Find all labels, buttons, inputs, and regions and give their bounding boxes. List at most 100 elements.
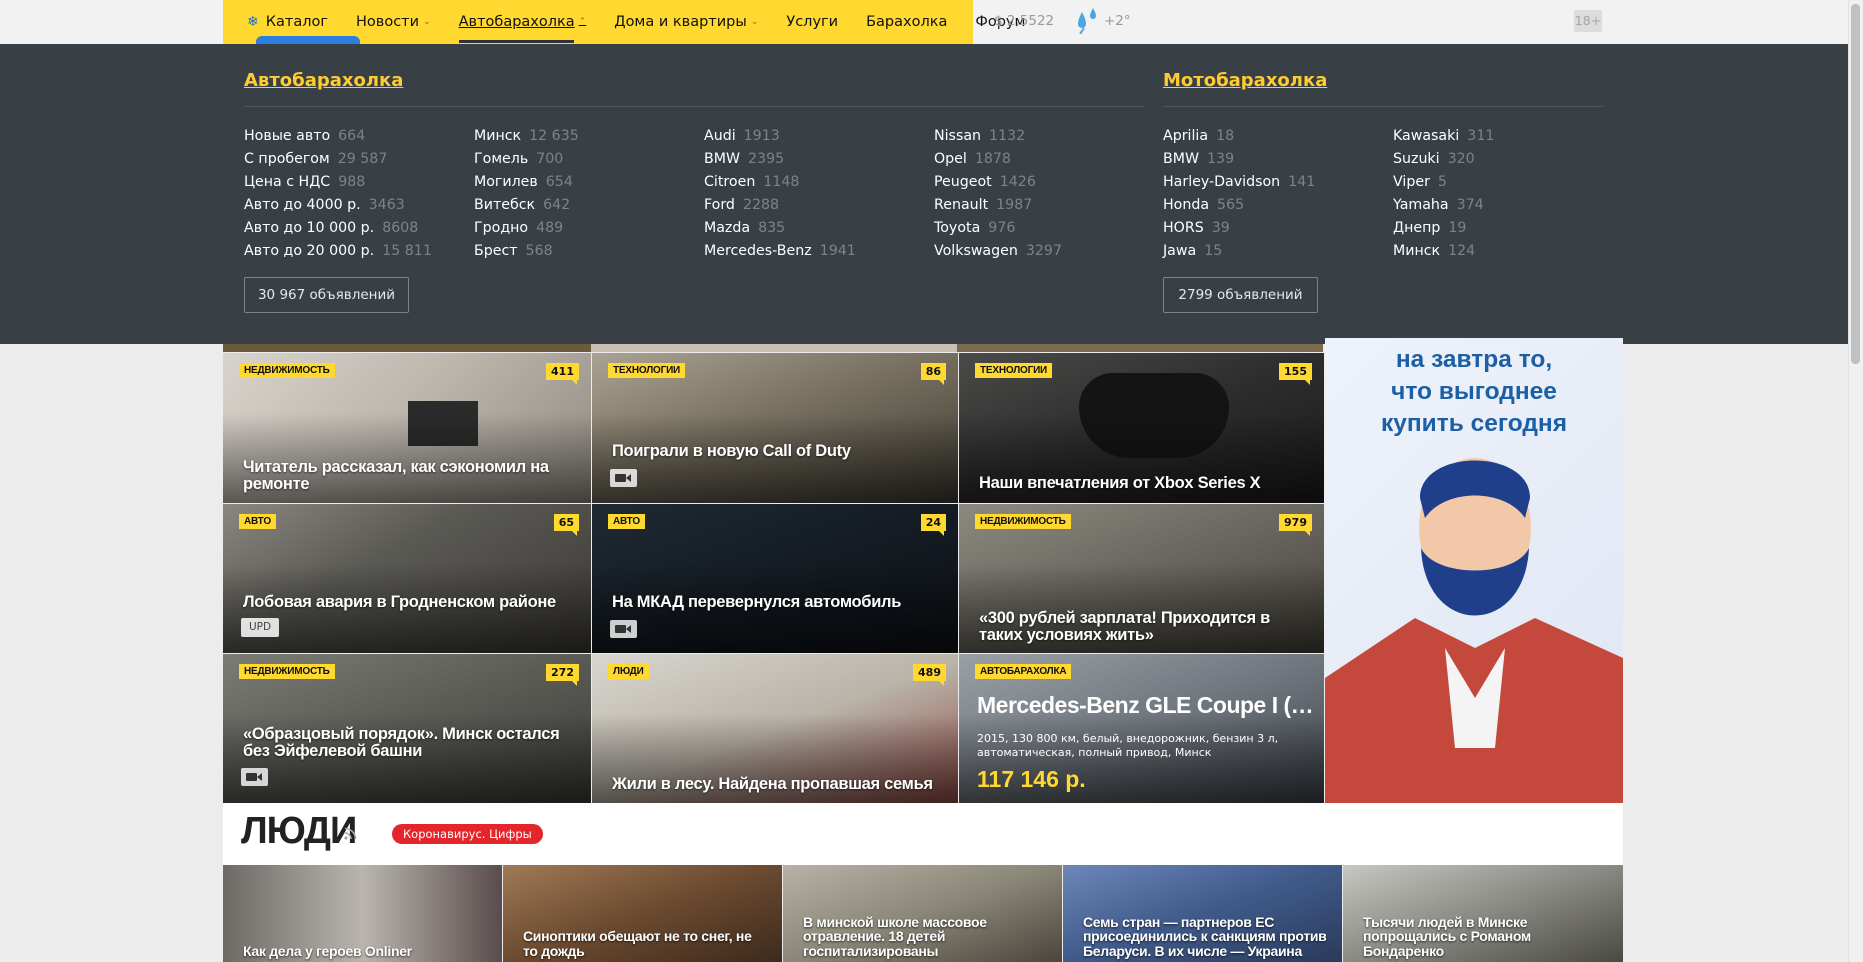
rubric-badge[interactable]: НЕДВИЖИМОСТЬ	[239, 664, 335, 679]
rubric-badge[interactable]: НЕДВИЖИМОСТЬ	[975, 514, 1071, 529]
nav-news[interactable]: Новости ⌄	[356, 14, 431, 30]
menu-link[interactable]: Минск 124	[1393, 240, 1494, 263]
moto-all-ads-button[interactable]: 2799 объявлений	[1163, 277, 1318, 313]
menu-link[interactable]: HORS 39	[1163, 217, 1315, 240]
menu-link[interactable]: Renault 1987	[934, 194, 1062, 217]
menu-link[interactable]: Витебск 642	[474, 194, 579, 217]
moto-section-title[interactable]: Мотобарахолка	[1163, 70, 1327, 91]
rubric-badge[interactable]: НЕДВИЖИМОСТЬ	[239, 363, 335, 378]
menu-link[interactable]: BMW 2395	[704, 148, 856, 171]
news-tile[interactable]: АВТО 65 Лобовая авария в Гродненском рай…	[223, 504, 591, 653]
tile-title[interactable]: «300 рублей зарплата! Приходится в таких…	[979, 610, 1304, 644]
tile-title[interactable]: Наши впечатления от Xbox Series X	[979, 475, 1304, 492]
scrollbar[interactable]	[1848, 0, 1863, 962]
menu-link[interactable]: Mercedes-Benz 1941	[704, 240, 856, 263]
tile-title[interactable]: В минской школе массовое отравление. 18 …	[803, 914, 1048, 959]
tile-title[interactable]: Синоптики обещают не то снег, не то дожд…	[523, 929, 768, 958]
news-tile[interactable]: НЕДВИЖИМОСТЬ 411 Читатель рассказал, как…	[223, 353, 591, 503]
menu-link[interactable]: Авто до 4000 р. 3463	[244, 194, 432, 217]
tile-title[interactable]: Читатель рассказал, как сэкономил на рем…	[243, 459, 571, 493]
comment-count[interactable]: 24	[920, 514, 946, 536]
menu-link[interactable]: Брест 568	[474, 240, 579, 263]
menu-link[interactable]: Suzuki 320	[1393, 148, 1494, 171]
tile-title[interactable]: Семь стран — партнеров ЕС присоединились…	[1083, 914, 1328, 959]
auto-all-ads-button[interactable]: 30 967 объявлений	[244, 277, 409, 313]
menu-link[interactable]: Jawa 15	[1163, 240, 1315, 263]
car-title[interactable]: Mercedes-Benz GLE Coupe I (…	[977, 692, 1314, 719]
auto-section-title[interactable]: Автобарахолка	[244, 70, 403, 91]
tile-title[interactable]: На МКАД перевернулся автомобиль	[612, 594, 938, 611]
menu-link[interactable]: Mazda 835	[704, 217, 856, 240]
tile-title[interactable]: «Образцовый порядок». Минск остался без …	[243, 726, 571, 760]
ad-banner[interactable]: на завтра то, что выгоднее купить сегодн…	[1325, 338, 1623, 803]
car-ad-tile[interactable]: АВТОБАРАХОЛКА Mercedes-Benz GLE Coupe I …	[959, 654, 1324, 803]
comment-count[interactable]: 65	[553, 514, 579, 536]
news-tile[interactable]: АВТО 24 На МКАД перевернулся автомобиль	[592, 504, 958, 653]
tile-title[interactable]: Лобовая авария в Гродненском районе	[243, 594, 571, 611]
rubric-badge[interactable]: АВТО	[239, 514, 276, 529]
comment-count[interactable]: 411	[546, 363, 579, 385]
nav-baraholka[interactable]: Барахолка	[866, 14, 947, 30]
comment-count[interactable]: 155	[1279, 363, 1312, 385]
menu-link[interactable]: Гомель 700	[474, 148, 579, 171]
tile-title[interactable]: Жили в лесу. Найдена пропавшая семья	[612, 776, 938, 793]
nav-catalog[interactable]: ❄ Каталог	[247, 14, 328, 30]
tile-title[interactable]: Тысячи людей в Минске попрощались с Рома…	[1363, 914, 1609, 959]
rubric-badge[interactable]: ТЕХНОЛОГИИ	[608, 363, 686, 378]
tile-title[interactable]: Как дела у героев Onliner	[243, 943, 488, 959]
menu-link[interactable]: Volkswagen 3297	[934, 240, 1062, 263]
menu-link[interactable]: Audi 1913	[704, 125, 856, 148]
tile-title[interactable]: Поиграли в новую Call of Duty	[612, 443, 938, 460]
rss-icon[interactable]	[344, 827, 357, 840]
people-tile[interactable]: Синоптики обещают не то снег, не то дожд…	[503, 865, 782, 962]
menu-link[interactable]: Aprilia 18	[1163, 125, 1315, 148]
comment-count[interactable]: 272	[546, 664, 579, 686]
news-tile[interactable]: ТЕХНОЛОГИИ 86 Поиграли в новую Call of D…	[592, 353, 958, 503]
comment-count[interactable]: 86	[920, 363, 946, 385]
news-tile[interactable]: ТЕХНОЛОГИИ 155 Наши впечатления от Xbox …	[959, 353, 1324, 503]
menu-link[interactable]: Новые авто 664	[244, 125, 432, 148]
menu-link[interactable]: BMW 139	[1163, 148, 1315, 171]
rubric-badge[interactable]: ТЕХНОЛОГИИ	[975, 363, 1053, 378]
menu-link[interactable]: Ford 2288	[704, 194, 856, 217]
coronavirus-tag[interactable]: Коронавирус. Цифры	[392, 824, 543, 844]
people-tile[interactable]: Как дела у героев Onliner	[223, 865, 502, 962]
people-tile[interactable]: В минской школе массовое отравление. 18 …	[783, 865, 1062, 962]
rubric-badge[interactable]: АВТОБАРАХОЛКА	[975, 664, 1072, 679]
menu-link[interactable]: Kawasaki 311	[1393, 125, 1494, 148]
rubric-badge[interactable]: АВТО	[608, 514, 645, 529]
menu-link[interactable]: Harley-Davidson 141	[1163, 171, 1315, 194]
rubric-badge[interactable]: ЛЮДИ	[608, 664, 649, 679]
currency-rate[interactable]: $ 2,5522	[994, 13, 1054, 29]
section-title[interactable]: ЛЮДИ	[241, 810, 357, 853]
menu-link[interactable]: Авто до 10 000 р. 8608	[244, 217, 432, 240]
menu-link[interactable]: Citroen 1148	[704, 171, 856, 194]
menu-link[interactable]: Минск 12 635	[474, 125, 579, 148]
weather-temp[interactable]: +2°	[1104, 13, 1131, 29]
menu-link[interactable]: Гродно 489	[474, 217, 579, 240]
scrollbar-thumb[interactable]	[1851, 4, 1860, 364]
news-tile[interactable]: НЕДВИЖИМОСТЬ 979 «300 рублей зарплата! П…	[959, 504, 1324, 653]
menu-link[interactable]: Nissan 1132	[934, 125, 1062, 148]
people-tile[interactable]: Семь стран — партнеров ЕС присоединились…	[1063, 865, 1342, 962]
menu-link[interactable]: Могилев 654	[474, 171, 579, 194]
news-tile[interactable]: НЕДВИЖИМОСТЬ 272 «Образцовый порядок». М…	[223, 654, 591, 803]
nav-services[interactable]: Услуги	[786, 14, 838, 30]
menu-link[interactable]: Peugeot 1426	[934, 171, 1062, 194]
menu-link[interactable]: Днепр 19	[1393, 217, 1494, 240]
comment-count[interactable]: 979	[1279, 514, 1312, 536]
menu-link[interactable]: Opel 1878	[934, 148, 1062, 171]
comment-count[interactable]: 489	[913, 664, 946, 686]
nav-autobaraholka[interactable]: Автобарахолка ⌃	[458, 14, 586, 43]
menu-link[interactable]: Toyota 976	[934, 217, 1062, 240]
menu-link[interactable]: С пробегом 29 587	[244, 148, 432, 171]
menu-link[interactable]: Yamaha 374	[1393, 194, 1494, 217]
menu-link[interactable]: Honda 565	[1163, 194, 1315, 217]
nav-realty[interactable]: Дома и квартиры ⌄	[614, 14, 758, 30]
people-tile[interactable]: Тысячи людей в Минске попрощались с Рома…	[1343, 865, 1623, 962]
rain-icon[interactable]	[1074, 6, 1100, 34]
menu-link[interactable]: Цена с НДС 988	[244, 171, 432, 194]
menu-link[interactable]: Авто до 20 000 р. 15 811	[244, 240, 432, 263]
news-tile[interactable]: ЛЮДИ 489 Жили в лесу. Найдена пропавшая …	[592, 654, 958, 803]
menu-link[interactable]: Viper 5	[1393, 171, 1494, 194]
